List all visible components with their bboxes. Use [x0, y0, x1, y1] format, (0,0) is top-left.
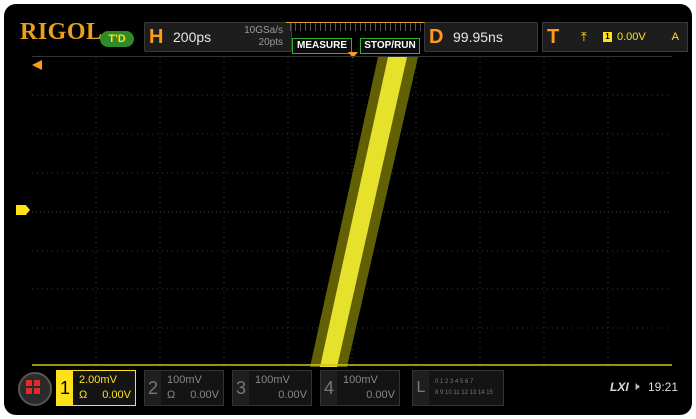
- measure-button[interactable]: MEASURE: [292, 38, 352, 54]
- sample-rate: 10GSa/s: [244, 25, 283, 36]
- channel3-offset: 0.00V: [278, 389, 307, 401]
- trigger-level: 0.00V: [617, 31, 646, 43]
- channel2-offset: 0.00V: [190, 389, 219, 401]
- channel3-box[interactable]: 3 100mV 0.00V: [232, 370, 312, 406]
- logic-channels-row2: 8 9 10 11 12 13 14 15: [435, 390, 493, 396]
- channel1-scale: 2.00mV: [79, 374, 117, 386]
- logic-channels-row1: 0 1 2 3 4 5 6 7: [435, 379, 474, 385]
- waveform-display-area[interactable]: [32, 56, 672, 367]
- channel1-impedance: Ω: [79, 389, 88, 401]
- channel1-number: 1: [57, 371, 73, 405]
- channel2-box[interactable]: 2 100mV Ω 0.00V: [144, 370, 224, 406]
- channel1-offset-marker-icon[interactable]: [16, 205, 30, 215]
- oscilloscope-screen: RIGOL T'D H 200ps 10GSa/s 20pts MEASURE …: [4, 4, 692, 415]
- trigger-box[interactable]: T ⤒ 1 0.00V A: [542, 22, 688, 52]
- logic-label: L: [413, 371, 429, 405]
- channel1-trace: [320, 57, 407, 367]
- graticule-and-trace: [32, 57, 672, 367]
- timebase-value: 200ps: [173, 29, 212, 45]
- stop-run-button[interactable]: STOP/RUN: [360, 38, 420, 54]
- channel4-scale: 100mV: [343, 374, 378, 386]
- grid-icon: [26, 380, 32, 386]
- channel2-impedance: Ω: [167, 389, 176, 401]
- waveform-position-bar[interactable]: [286, 22, 426, 31]
- channel4-offset: 0.00V: [366, 389, 395, 401]
- horizontal-label: H: [149, 26, 164, 48]
- channel1-offset: 0.00V: [102, 389, 131, 401]
- logic-analyzer-box[interactable]: L 0 1 2 3 4 5 6 7 8 9 10 11 12 13 14 15: [412, 370, 504, 406]
- channel3-number: 3: [233, 371, 249, 405]
- trigger-mode: A: [671, 31, 679, 43]
- system-clock: 19:21: [648, 380, 679, 394]
- trigger-label: T: [547, 26, 560, 48]
- channel4-box[interactable]: 4 100mV 0.00V: [320, 370, 400, 406]
- rising-edge-icon: ⤒: [581, 29, 587, 44]
- grid-icon-cell: [26, 388, 32, 394]
- delay-box[interactable]: D 99.95ns: [424, 22, 538, 52]
- lxi-icon[interactable]: LXI: [610, 380, 629, 394]
- memory-depth: 20pts: [258, 37, 283, 48]
- home-menu-button[interactable]: [18, 372, 52, 406]
- top-status-bar: RIGOL T'D H 200ps 10GSa/s 20pts MEASURE …: [4, 4, 692, 54]
- channel2-number: 2: [145, 371, 161, 405]
- speaker-muted-icon[interactable]: 🕨: [632, 379, 640, 394]
- channel2-scale: 100mV: [167, 374, 202, 386]
- trigger-status-badge[interactable]: T'D: [100, 31, 134, 47]
- brand-logo: RIGOL: [20, 19, 103, 45]
- grid-icon-cell: [34, 388, 40, 394]
- delay-value: 99.95ns: [453, 29, 503, 45]
- bottom-channel-bar: 1 2.00mV Ω 0.00V 2 100mV Ω 0.00V 3 100mV…: [4, 366, 692, 415]
- delay-label: D: [429, 26, 444, 48]
- channel1-box[interactable]: 1 2.00mV Ω 0.00V: [56, 370, 136, 406]
- trigger-source: 1: [603, 32, 612, 42]
- channel4-number: 4: [321, 371, 337, 405]
- channel3-scale: 100mV: [255, 374, 290, 386]
- grid-icon-cell: [34, 380, 40, 386]
- horizontal-timebase-box[interactable]: H 200ps 10GSa/s 20pts: [144, 22, 292, 52]
